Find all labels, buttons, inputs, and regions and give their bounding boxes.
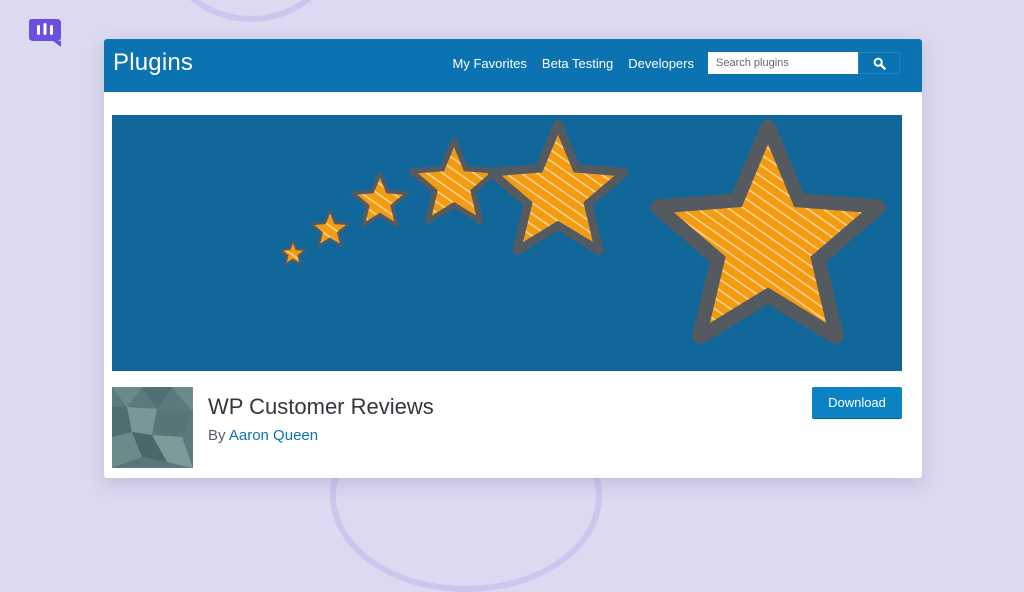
download-button[interactable]: Download <box>812 387 902 418</box>
speech-bubble-bars-icon <box>29 19 61 47</box>
search-button[interactable] <box>858 52 900 74</box>
plugin-banner <box>112 115 902 371</box>
plugin-header: WP Customer Reviews By Aaron Queen Downl… <box>112 387 902 469</box>
plugin-author: By Aaron Queen <box>208 427 318 444</box>
plugin-thumbnail <box>112 387 193 468</box>
plugin-name: WP Customer Reviews <box>208 394 434 419</box>
search-icon <box>873 57 886 70</box>
plugin-page-window: Plugins My Favorites Beta Testing Develo… <box>104 39 922 478</box>
header-bar: Plugins My Favorites Beta Testing Develo… <box>104 39 922 92</box>
search-input[interactable] <box>708 52 858 74</box>
nav-link-beta-testing[interactable]: Beta Testing <box>542 56 613 71</box>
nav-link-developers[interactable]: Developers <box>628 56 694 71</box>
background-ring-top <box>155 0 347 22</box>
page-title[interactable]: Plugins <box>113 49 193 77</box>
header-nav: My Favorites Beta Testing Developers <box>453 56 694 71</box>
stars-banner-image <box>280 119 886 345</box>
author-prefix: By <box>208 427 226 444</box>
nav-link-my-favorites[interactable]: My Favorites <box>453 56 527 71</box>
author-link[interactable]: Aaron Queen <box>229 427 318 444</box>
search-form <box>708 52 900 74</box>
